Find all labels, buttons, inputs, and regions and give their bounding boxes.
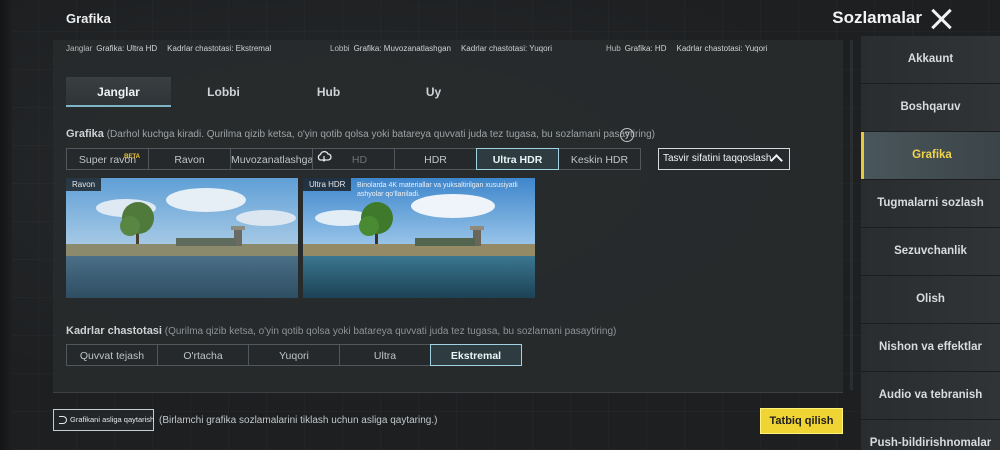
beta-badge: BETA bbox=[124, 154, 140, 160]
chevron-up-icon bbox=[770, 154, 783, 167]
settings-title: Sozlamalar bbox=[832, 8, 922, 27]
sidebar-item-audio-va-tebranish[interactable]: Audio va tebranish bbox=[861, 372, 1000, 419]
sidebar-item-tugmalarni-sozlash[interactable]: Tugmalarni sozlash bbox=[861, 180, 1000, 227]
fps-label: Kadrlar chastotasi bbox=[66, 325, 162, 337]
option-yuqori[interactable]: Yuqori bbox=[248, 344, 340, 366]
summary-value: Grafika: HD bbox=[624, 44, 667, 53]
help-icon[interactable]: ? bbox=[620, 128, 634, 142]
apply-button[interactable]: Tatbiq qilish bbox=[760, 408, 843, 434]
summary-hub: Hub Grafika: HD Kadrlar chastotasi: Yuqori bbox=[606, 44, 768, 54]
summary-key: Lobbi bbox=[330, 44, 350, 53]
mode-tabs: Janglar Lobbi Hub Uy bbox=[66, 77, 486, 107]
fps-hint-text: (Qurilma qizib ketsa, o'yin qotib qolsa … bbox=[164, 326, 617, 337]
left-edge bbox=[0, 0, 12, 450]
preview-description: Binolarda 4K materiallar va yuksaltirilg… bbox=[357, 182, 518, 198]
top-bar: Grafika Sozlamalar bbox=[0, 0, 1000, 40]
preview-caption: Ravon bbox=[66, 178, 102, 191]
tab-lobbi[interactable]: Lobbi bbox=[171, 77, 276, 107]
option-super-ravon[interactable]: Super ravon BETA bbox=[66, 148, 149, 170]
summary-value: Kadrlar chastotasi: Ekstremal bbox=[167, 44, 272, 53]
sidebar-item-olish[interactable]: Olish bbox=[861, 276, 1000, 323]
option-ekstremal[interactable]: Ekstremal bbox=[430, 344, 522, 366]
preview-ravon: Ravon bbox=[66, 178, 298, 298]
close-icon[interactable] bbox=[928, 6, 954, 32]
summary-value: Kadrlar chastotasi: Yuqori bbox=[460, 44, 552, 53]
reset-hint: (Birlamchi grafika sozlamalarini tiklash… bbox=[159, 415, 438, 426]
tab-janglar[interactable]: Janglar bbox=[66, 77, 171, 107]
compare-quality-button[interactable]: Tasvir sifatini taqqoslash bbox=[658, 148, 790, 170]
option-muvozanatlashgan[interactable]: Muvozanatlashgan bbox=[230, 148, 319, 170]
frame-rate-selector: Quvvat tejash O'rtacha Yuqori Ultra Ekst… bbox=[66, 344, 522, 366]
summary-value: Kadrlar chastotasi: Yuqori bbox=[676, 44, 768, 53]
preview-ultra-hdr: Ultra HDR Binolarda 4K materiallar va yu… bbox=[303, 178, 535, 298]
settings-sidebar: Akkaunt Boshqaruv Grafika Tugmalarni soz… bbox=[861, 36, 1000, 450]
screen-title: Grafika bbox=[66, 11, 111, 26]
fps-hint: Kadrlar chastotasi (Qurilma qizib ketsa,… bbox=[66, 325, 616, 337]
tab-uy[interactable]: Uy bbox=[381, 77, 486, 107]
summary-battle: Janglar Grafika: Ultra HD Kadrlar chastota… bbox=[66, 44, 271, 54]
graphics-label: Grafika bbox=[66, 128, 104, 140]
option-ravon[interactable]: Ravon bbox=[148, 148, 231, 170]
option-keskin-hdr[interactable]: Keskin HDR bbox=[558, 148, 641, 170]
summary-value: Grafika: Ultra HD bbox=[96, 44, 158, 53]
sidebar-item-push-bildirishnomalar[interactable]: Push-bildirishnomalar bbox=[861, 420, 1000, 450]
graphics-hint: Grafika (Darhol kuchga kiradi. Qurilma q… bbox=[66, 128, 655, 140]
graphics-quality-selector: Super ravon BETA Ravon Muvozanatlashgan … bbox=[66, 148, 641, 170]
option-quvvat-tejash[interactable]: Quvvat tejash bbox=[66, 344, 158, 366]
option-ortacha[interactable]: O'rtacha bbox=[157, 344, 249, 366]
summary-key: Hub bbox=[606, 44, 621, 53]
summary-lobby: Lobbi Grafika: Muvozanatlashgan Kadrlar ch… bbox=[330, 44, 552, 54]
summary-key: Janglar bbox=[66, 44, 93, 53]
compare-label: Tasvir sifatini taqqoslash bbox=[663, 153, 772, 164]
sidebar-item-sezuvchanlik[interactable]: Sezuvchanlik bbox=[861, 228, 1000, 275]
sidebar-item-nishon-va-effektlar[interactable]: Nishon va effektlar bbox=[861, 324, 1000, 371]
option-hdr[interactable]: HDR bbox=[394, 148, 477, 170]
scrollbar[interactable] bbox=[850, 40, 853, 390]
reset-graphics-button[interactable]: Grafikani asliga qaytarish bbox=[53, 409, 154, 431]
option-ultra[interactable]: Ultra bbox=[339, 344, 431, 366]
option-ultra-hdr[interactable]: Ultra HDR bbox=[476, 148, 559, 170]
preview-ravon-image bbox=[66, 178, 298, 298]
tab-hub[interactable]: Hub bbox=[276, 77, 381, 107]
reset-label: Grafikani asliga qaytarish bbox=[70, 415, 155, 424]
undo-icon bbox=[59, 416, 67, 424]
preview-caption: Ultra HDR bbox=[303, 178, 352, 191]
summary-value: Grafika: Muvozanatlashgan bbox=[353, 44, 451, 53]
sidebar-item-boshqaruv[interactable]: Boshqaruv bbox=[861, 84, 1000, 131]
sidebar-item-akkaunt[interactable]: Akkaunt bbox=[861, 36, 1000, 83]
cloud-icon bbox=[317, 150, 332, 162]
sidebar-item-grafika[interactable]: Grafika bbox=[861, 132, 1000, 179]
graphics-hint-text: (Darhol kuchga kiradi. Qurilma qizib ket… bbox=[106, 129, 656, 140]
